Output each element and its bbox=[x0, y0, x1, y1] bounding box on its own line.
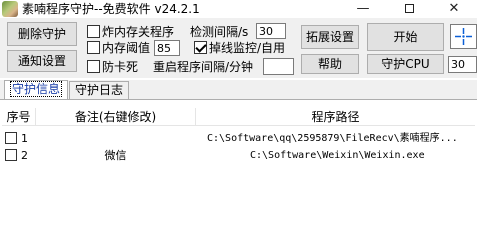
offline-monitor-checkbox[interactable]: 掉线监控/自用 bbox=[194, 40, 285, 56]
anti-freeze-label: 防卡死 bbox=[102, 60, 139, 74]
window-title: 素喃程序守护--免费软件 v24.2.1 bbox=[22, 2, 200, 16]
maximize-icon bbox=[404, 4, 414, 13]
row-index: 2 bbox=[21, 149, 28, 162]
mem-threshold-checkbox[interactable]: 内存阈值 bbox=[87, 40, 150, 56]
restart-interval-label: 重启程序间隔/分钟 bbox=[153, 60, 254, 74]
table-row[interactable]: 2 微信 C:\Software\Weixin\Weixin.exe bbox=[2, 148, 475, 163]
cpu-value-input[interactable]: 30 bbox=[448, 56, 477, 73]
row-note[interactable]: 微信 bbox=[36, 148, 195, 163]
anti-freeze-checkbox[interactable]: 防卡死 bbox=[87, 59, 138, 75]
toolbar: 删除守护 通知设置 炸内存关程序 内存阈值 85 防卡死 检测间隔/s 30 掉… bbox=[0, 18, 477, 78]
crosshair-button[interactable] bbox=[450, 24, 477, 49]
mem-restart-label: 炸内存关程序 bbox=[102, 25, 175, 39]
maximize-button[interactable] bbox=[386, 0, 432, 18]
row-checkbox[interactable] bbox=[5, 149, 17, 161]
delete-guard-label: 删除守护 bbox=[17, 27, 66, 41]
tab-guard-log[interactable]: 守护日志 bbox=[69, 81, 130, 100]
mem-threshold-input[interactable]: 85 bbox=[154, 40, 180, 56]
row-index-cell: 2 bbox=[5, 148, 35, 163]
restart-interval-input[interactable] bbox=[263, 58, 294, 75]
start-label: 开始 bbox=[393, 30, 418, 44]
minimize-button[interactable]: — bbox=[340, 0, 386, 18]
extend-settings-button[interactable]: 拓展设置 bbox=[301, 25, 359, 49]
anti-freeze-check[interactable] bbox=[87, 60, 100, 73]
offline-monitor-check[interactable] bbox=[194, 41, 207, 54]
offline-monitor-label: 掉线监控/自用 bbox=[209, 41, 286, 55]
mem-restart-checkbox[interactable]: 炸内存关程序 bbox=[87, 24, 174, 40]
row-checkbox[interactable] bbox=[5, 132, 17, 144]
column-path[interactable]: 程序路径 bbox=[196, 108, 475, 126]
table-row[interactable]: 1 C:\Software\qq\2595879\FileRecv\素喃程序..… bbox=[2, 131, 475, 146]
row-note[interactable] bbox=[36, 131, 195, 146]
crosshair-icon bbox=[455, 28, 472, 45]
row-path: C:\Software\Weixin\Weixin.exe bbox=[250, 150, 425, 161]
tab-strip: 守护信息 守护日志 bbox=[0, 80, 477, 100]
column-note[interactable]: 备注(右键修改) bbox=[36, 108, 195, 126]
title-bar: 素喃程序守护--免费软件 v24.2.1 — ✕ bbox=[0, 0, 477, 18]
guard-cpu-label: 守护CPU bbox=[381, 57, 430, 71]
table-header: 序号 备注(右键修改) 程序路径 bbox=[2, 108, 475, 126]
column-index[interactable]: 序号 bbox=[2, 108, 35, 126]
help-button[interactable]: 帮助 bbox=[301, 54, 359, 74]
row-index-cell: 1 bbox=[5, 131, 35, 146]
delete-guard-button[interactable]: 删除守护 bbox=[7, 22, 77, 46]
guard-cpu-button[interactable]: 守护CPU bbox=[367, 54, 444, 74]
app-icon bbox=[2, 1, 18, 17]
check-interval-label: 检测间隔/s bbox=[190, 25, 249, 39]
tab-guard-info[interactable]: 守护信息 bbox=[4, 80, 69, 100]
tab-guard-log-label: 守护日志 bbox=[75, 83, 124, 97]
row-path: C:\Software\qq\2595879\FileRecv\素喃程序... bbox=[207, 133, 458, 144]
mem-restart-check[interactable] bbox=[87, 25, 100, 38]
guard-info-panel: 序号 备注(右键修改) 程序路径 1 C:\Software\qq\259587… bbox=[0, 100, 477, 247]
row-index: 1 bbox=[21, 132, 28, 145]
close-button[interactable]: ✕ bbox=[431, 0, 477, 18]
start-button[interactable]: 开始 bbox=[367, 23, 444, 51]
extend-settings-label: 拓展设置 bbox=[305, 30, 354, 44]
mem-threshold-check[interactable] bbox=[87, 41, 100, 54]
mem-threshold-label: 内存阈值 bbox=[102, 41, 151, 55]
help-label: 帮助 bbox=[317, 57, 342, 71]
check-interval-input[interactable]: 30 bbox=[256, 23, 286, 39]
tab-guard-info-label: 守护信息 bbox=[10, 81, 63, 97]
notify-settings-button[interactable]: 通知设置 bbox=[7, 50, 77, 72]
notify-settings-label: 通知设置 bbox=[17, 54, 66, 68]
